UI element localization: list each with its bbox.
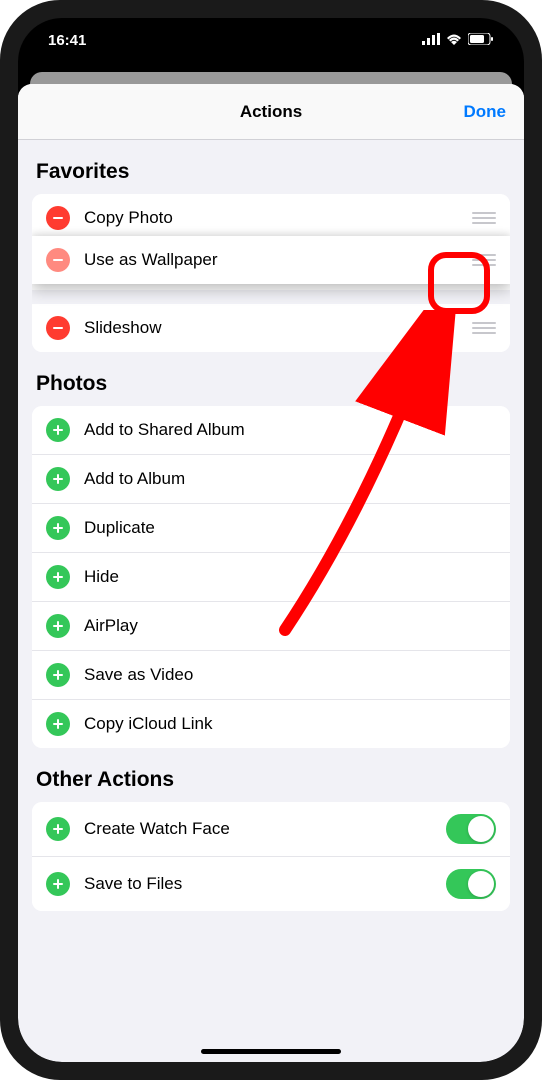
remove-icon[interactable] — [46, 248, 70, 272]
row-label: Copy Photo — [84, 208, 472, 228]
row-label: Use as Wallpaper — [84, 250, 472, 270]
notch — [166, 18, 376, 48]
add-icon[interactable] — [46, 872, 70, 896]
content-scroll[interactable]: Favorites Copy Photo Use as Wallpaper — [18, 140, 524, 1062]
other-group: Create Watch Face Save to Files — [32, 802, 510, 911]
row-label: Save to Files — [84, 874, 446, 894]
add-icon[interactable] — [46, 467, 70, 491]
drag-handle-icon[interactable] — [472, 319, 496, 337]
photos-row-save-video[interactable]: Save as Video — [32, 651, 510, 700]
row-label: AirPlay — [84, 616, 496, 636]
section-photos-header: Photos — [18, 352, 524, 406]
favorites-group: Copy Photo Use as Wallpaper Slideshow — [32, 194, 510, 352]
add-icon[interactable] — [46, 614, 70, 638]
row-label: Create Watch Face — [84, 819, 446, 839]
add-icon[interactable] — [46, 418, 70, 442]
status-time: 16:41 — [48, 32, 86, 49]
drag-handle-icon[interactable] — [472, 251, 496, 269]
photos-group: Add to Shared Album Add to Album Duplica… — [32, 406, 510, 748]
row-label: Duplicate — [84, 518, 496, 538]
photos-row-duplicate[interactable]: Duplicate — [32, 504, 510, 553]
photos-row-hide[interactable]: Hide — [32, 553, 510, 602]
photos-row-airplay[interactable]: AirPlay — [32, 602, 510, 651]
phone-frame: 16:41 Actions Done — [0, 0, 542, 1080]
signal-icon — [422, 32, 440, 49]
remove-icon[interactable] — [46, 316, 70, 340]
toggle-switch[interactable] — [446, 814, 496, 844]
toggle-switch[interactable] — [446, 869, 496, 899]
favorites-row-slideshow[interactable]: Slideshow — [32, 304, 510, 352]
done-button[interactable]: Done — [446, 102, 506, 122]
row-label: Hide — [84, 567, 496, 587]
add-icon[interactable] — [46, 712, 70, 736]
photos-row-copy-icloud[interactable]: Copy iCloud Link — [32, 700, 510, 748]
battery-icon — [468, 32, 494, 49]
add-icon[interactable] — [46, 565, 70, 589]
row-label: Add to Album — [84, 469, 496, 489]
section-favorites-header: Favorites — [18, 140, 524, 194]
other-row-watch-face[interactable]: Create Watch Face — [32, 802, 510, 857]
home-indicator[interactable] — [201, 1049, 341, 1054]
favorites-row-copy-photo[interactable]: Copy Photo — [32, 194, 510, 242]
nav-header: Actions Done — [18, 84, 524, 140]
other-row-save-files[interactable]: Save to Files — [32, 857, 510, 911]
actions-sheet: Actions Done Favorites Copy Photo U — [18, 84, 524, 1062]
photos-row-add-shared-album[interactable]: Add to Shared Album — [32, 406, 510, 455]
row-label: Copy iCloud Link — [84, 714, 496, 734]
favorites-row-use-as-wallpaper[interactable]: Use as Wallpaper — [32, 236, 510, 284]
remove-icon[interactable] — [46, 206, 70, 230]
add-icon[interactable] — [46, 663, 70, 687]
section-other-header: Other Actions — [18, 748, 524, 802]
drag-handle-icon[interactable] — [472, 209, 496, 227]
row-label: Slideshow — [84, 318, 472, 338]
wifi-icon — [446, 32, 462, 49]
row-label: Save as Video — [84, 665, 496, 685]
add-icon[interactable] — [46, 516, 70, 540]
nav-title: Actions — [240, 102, 302, 122]
photos-row-add-album[interactable]: Add to Album — [32, 455, 510, 504]
row-label: Add to Shared Album — [84, 420, 496, 440]
add-icon[interactable] — [46, 817, 70, 841]
